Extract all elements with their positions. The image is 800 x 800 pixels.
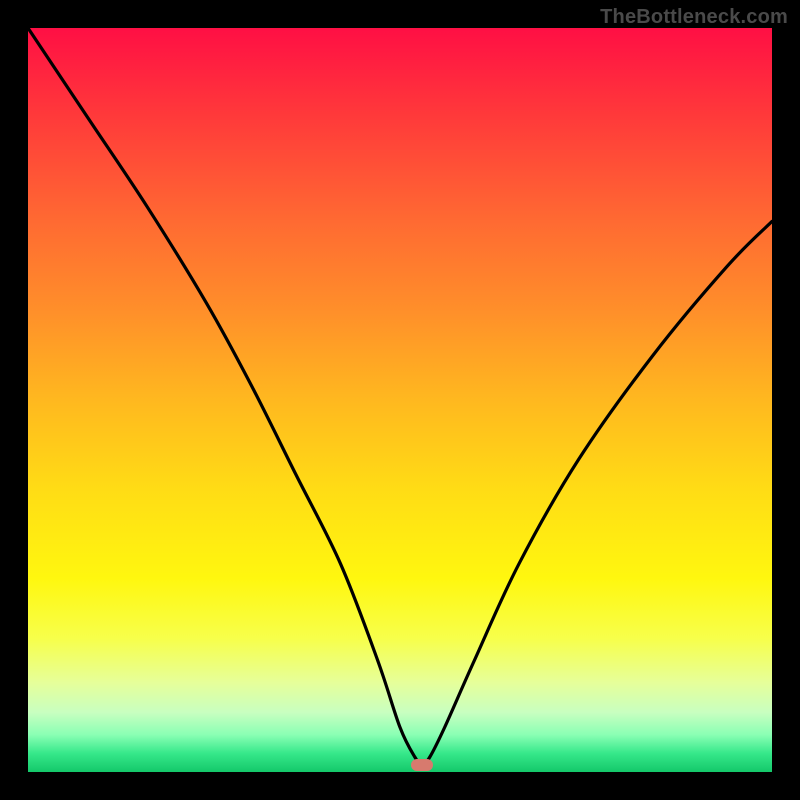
watermark-text: TheBottleneck.com <box>600 6 788 29</box>
bottleneck-curve <box>28 28 772 772</box>
plot-area <box>28 28 772 772</box>
minimum-marker <box>411 759 433 771</box>
chart-frame: TheBottleneck.com <box>0 0 800 800</box>
